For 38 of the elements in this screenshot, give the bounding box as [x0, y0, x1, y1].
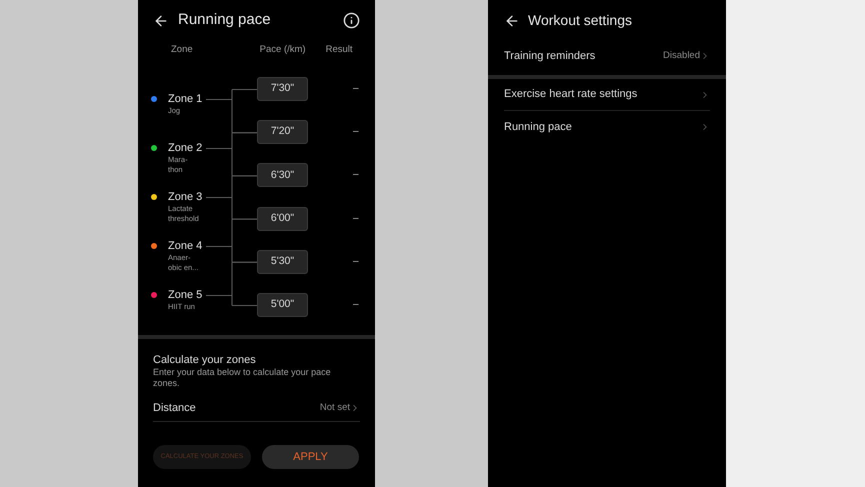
result-value: –	[353, 254, 359, 269]
setting-row[interactable]: Training reminders Disabled	[504, 40, 710, 72]
section-description: Enter your data below to calculate your pace zones.	[153, 367, 332, 389]
row-label: Distance	[153, 400, 196, 416]
row-value: Not set	[320, 400, 350, 415]
screen-title: Workout settings	[528, 11, 632, 30]
column-header: Result	[326, 42, 353, 57]
result-value: –	[353, 168, 359, 182]
result-value: –	[353, 125, 359, 140]
pace-value[interactable]: 5'00"	[257, 293, 308, 317]
setting-row[interactable]: Running pace	[504, 111, 710, 143]
setting-row[interactable]: Exercise heart rate settings	[504, 79, 710, 111]
row-value: Disabled	[663, 48, 700, 63]
apply-button[interactable]: APPLY	[262, 445, 359, 469]
pace-value[interactable]: 7'30"	[257, 77, 308, 101]
screen-title: Running pace	[178, 10, 271, 30]
back-icon[interactable]	[153, 12, 169, 28]
row-label: Running pace	[504, 120, 572, 135]
back-icon[interactable]	[504, 12, 520, 28]
info-icon[interactable]	[343, 12, 360, 29]
pace-value[interactable]: 7'20"	[257, 120, 308, 144]
column-header: Pace (/km)	[260, 42, 306, 57]
pace-value[interactable]: 6'00"	[257, 206, 308, 231]
column-header: Zone	[171, 42, 193, 57]
zone-name: Zone 5	[168, 288, 202, 302]
result-value: –	[353, 298, 359, 312]
section-title: Calculate your zones	[153, 353, 257, 367]
zone-name: Zone 2	[168, 141, 202, 155]
setting-row[interactable]: Distance Not set	[153, 395, 360, 422]
row-label: Training reminders	[504, 48, 596, 64]
zone-name: Zone 4	[168, 239, 202, 253]
zone-name: Zone 1	[168, 92, 202, 106]
zone-name: Zone 3	[168, 190, 202, 204]
result-value: –	[353, 82, 359, 96]
result-value: –	[353, 212, 359, 226]
pace-value[interactable]: 5'30"	[257, 250, 308, 274]
pace-value[interactable]: 6'30"	[257, 163, 308, 188]
row-label: Exercise heart rate settings	[504, 87, 638, 102]
